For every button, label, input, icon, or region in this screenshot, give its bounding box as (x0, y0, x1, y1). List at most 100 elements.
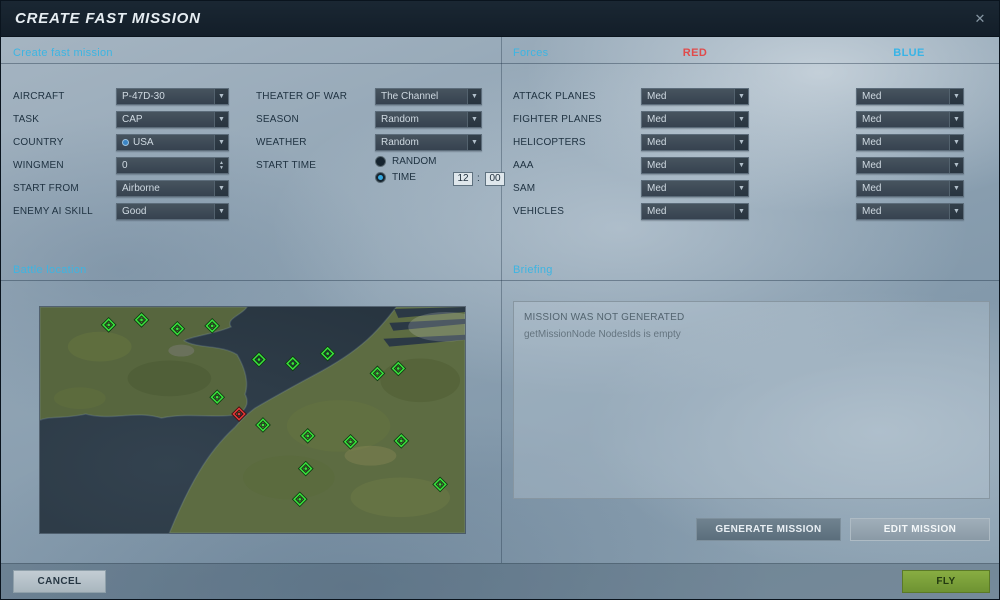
cancel-button[interactable]: CANCEL (13, 570, 106, 593)
vehicles-red-dropdown[interactable]: Med ▼ (641, 203, 749, 220)
battle-location-title: Battle location (13, 264, 87, 276)
briefing-detail: getMissionNode NodesIds is empty (524, 329, 681, 340)
aaa-blue-dropdown[interactable]: Med ▼ (856, 157, 964, 174)
chevron-down-icon: ▼ (214, 204, 228, 219)
enemy-ai-skill-label: ENEMY AI SKILL (13, 206, 93, 217)
wingmen-label: WINGMEN (13, 160, 64, 171)
battle-map-svg (40, 307, 465, 533)
attack-planes-red-dropdown[interactable]: Med ▼ (641, 88, 749, 105)
section-battle-location-header: Battle location (1, 258, 501, 281)
time-colon: : (477, 173, 480, 184)
attack-planes-label: ATTACK PLANES (513, 91, 596, 102)
chevron-down-icon: ▼ (734, 181, 748, 196)
attack-planes-blue-dropdown[interactable]: Med ▼ (856, 88, 964, 105)
chevron-down-icon: ▼ (949, 89, 963, 104)
forces-blue-column-header: BLUE (893, 47, 925, 59)
aaa-red-value: Med (647, 160, 667, 171)
briefing-message: MISSION WAS NOT GENERATED (524, 312, 685, 323)
chevron-down-icon: ▼ (467, 112, 481, 127)
weather-dropdown[interactable]: Random ▼ (375, 134, 482, 151)
chevron-down-icon: ▼ (214, 89, 228, 104)
aircraft-value: P-47D-30 (122, 91, 165, 102)
chevron-down-icon: ▼ (734, 158, 748, 173)
season-value: Random (381, 114, 419, 125)
close-icon[interactable]: ✕ (971, 10, 989, 28)
helicopters-blue-dropdown[interactable]: Med ▼ (856, 134, 964, 151)
start-time-label: START TIME (256, 160, 317, 171)
vehicles-label: VEHICLES (513, 206, 565, 217)
theater-of-war-label: THEATER OF WAR (256, 91, 348, 102)
aircraft-label: AIRCRAFT (13, 91, 65, 102)
panel-divider (501, 37, 502, 563)
sam-label: SAM (513, 183, 536, 194)
start-from-label: START FROM (13, 183, 79, 194)
chevron-down-icon: ▼ (734, 112, 748, 127)
fly-button[interactable]: FLY (902, 570, 990, 593)
start-time-random-radio[interactable]: RANDOM (375, 156, 436, 167)
forces-red-column-header: RED (682, 47, 708, 59)
vehicles-red-value: Med (647, 206, 667, 217)
edit-mission-button[interactable]: EDIT MISSION (850, 518, 990, 541)
time-radio-label: TIME (392, 172, 416, 183)
chevron-down-icon: ▼ (949, 112, 963, 127)
radio-icon (375, 156, 386, 167)
theater-of-war-value: The Channel (381, 91, 439, 102)
sam-blue-dropdown[interactable]: Med ▼ (856, 180, 964, 197)
enemy-ai-skill-dropdown[interactable]: Good ▼ (116, 203, 229, 220)
task-dropdown[interactable]: CAP ▼ (116, 111, 229, 128)
chevron-down-icon: ▼ (467, 89, 481, 104)
helicopters-red-dropdown[interactable]: Med ▼ (641, 134, 749, 151)
attack-planes-blue-value: Med (862, 91, 882, 102)
season-dropdown[interactable]: Random ▼ (375, 111, 482, 128)
weather-label: WEATHER (256, 137, 307, 148)
chevron-down-icon: ▼ (214, 181, 228, 196)
country-value: USA (133, 137, 154, 148)
vehicles-blue-dropdown[interactable]: Med ▼ (856, 203, 964, 220)
start-time-minute-input[interactable]: 00 (485, 172, 505, 186)
chevron-down-icon: ▼ (949, 158, 963, 173)
fighter-planes-blue-dropdown[interactable]: Med ▼ (856, 111, 964, 128)
chevron-down-icon: ▼ (734, 204, 748, 219)
country-label: COUNTRY (13, 137, 64, 148)
season-label: SEASON (256, 114, 299, 125)
window-title: CREATE FAST MISSION (15, 10, 201, 27)
chevron-down-icon: ▼ (214, 112, 228, 127)
aaa-label: AAA (513, 160, 534, 171)
briefing-title: Briefing (513, 264, 553, 276)
aircraft-dropdown[interactable]: P-47D-30 ▼ (116, 88, 229, 105)
aaa-red-dropdown[interactable]: Med ▼ (641, 157, 749, 174)
chevron-down-icon: ▼ (734, 89, 748, 104)
enemy-ai-skill-value: Good (122, 206, 147, 217)
start-time-hour-input[interactable]: 12 (453, 172, 473, 186)
country-dropdown[interactable]: USA ▼ (116, 134, 229, 151)
spinner-arrows-icon: ▲ ▼ (214, 158, 228, 173)
battle-location-map[interactable] (39, 306, 466, 534)
helicopters-label: HELICOPTERS (513, 137, 586, 148)
helicopters-blue-value: Med (862, 137, 882, 148)
chevron-down-icon: ▼ (214, 135, 228, 150)
section-forces-header: Forces RED BLUE (501, 41, 999, 64)
start-from-dropdown[interactable]: Airborne ▼ (116, 180, 229, 197)
fighter-planes-red-dropdown[interactable]: Med ▼ (641, 111, 749, 128)
wingmen-stepper[interactable]: 0 ▲ ▼ (116, 157, 229, 174)
sam-red-dropdown[interactable]: Med ▼ (641, 180, 749, 197)
random-radio-label: RANDOM (392, 156, 437, 167)
task-label: TASK (13, 114, 40, 125)
theater-of-war-dropdown[interactable]: The Channel ▼ (375, 88, 482, 105)
task-value: CAP (122, 114, 143, 125)
start-from-value: Airborne (122, 183, 160, 194)
aaa-blue-value: Med (862, 160, 882, 171)
sam-red-value: Med (647, 183, 667, 194)
wingmen-value: 0 (122, 160, 128, 171)
radio-selected-icon (375, 172, 386, 183)
sam-blue-value: Med (862, 183, 882, 194)
vehicles-blue-value: Med (862, 206, 882, 217)
section-create-fast-mission-header: Create fast mission (1, 41, 501, 64)
fighter-planes-label: FIGHTER PLANES (513, 114, 602, 125)
footer-bar (1, 563, 999, 599)
helicopters-red-value: Med (647, 137, 667, 148)
fighter-planes-blue-value: Med (862, 114, 882, 125)
chevron-down-icon: ▼ (949, 204, 963, 219)
start-time-time-radio[interactable]: TIME (375, 172, 416, 183)
generate-mission-button[interactable]: GENERATE MISSION (696, 518, 841, 541)
